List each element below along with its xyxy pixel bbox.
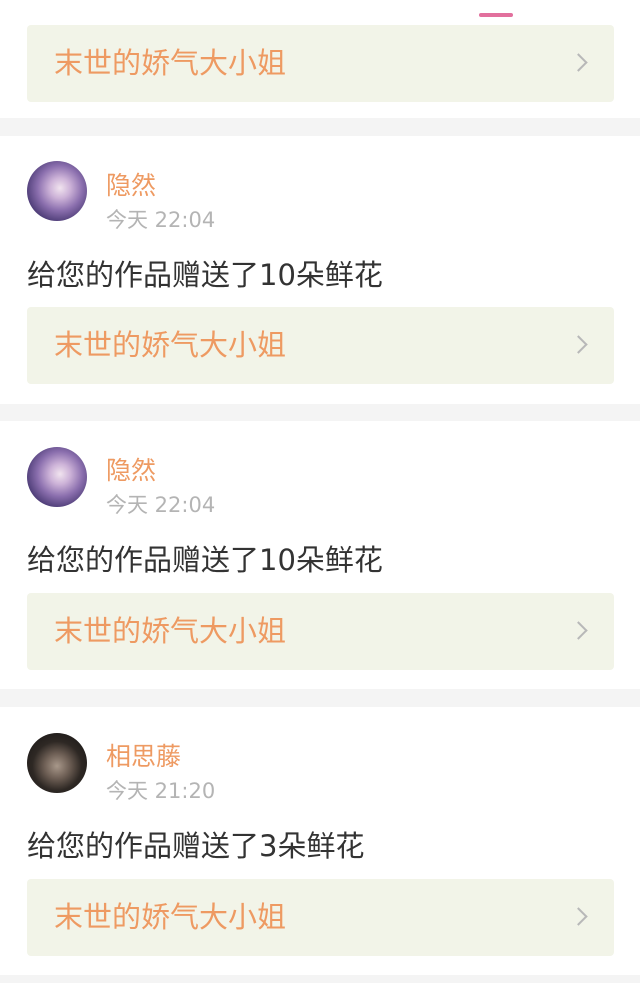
work-title: 末世的娇气大小姐 — [54, 900, 287, 934]
active-tab-indicator — [479, 13, 513, 17]
notification-card: 隐然 今天 22:04 给您的作品赠送了10朵鲜花 末世的娇气大小姐 — [0, 136, 640, 404]
username[interactable]: 相思藤 — [106, 737, 181, 773]
avatar[interactable] — [27, 161, 87, 221]
gift-message: 给您的作品赠送了3朵鲜花 — [27, 829, 365, 863]
gift-message: 给您的作品赠送了10朵鲜花 — [27, 258, 383, 292]
chevron-right-icon — [569, 907, 588, 926]
work-link-button[interactable]: 末世的娇气大小姐 — [27, 307, 614, 384]
notification-card: 隐然 今天 22:04 给您的作品赠送了10朵鲜花 末世的娇气大小姐 — [0, 421, 640, 689]
work-title: 末世的娇气大小姐 — [54, 46, 287, 80]
chevron-right-icon — [569, 335, 588, 354]
work-link-button[interactable]: 末世的娇气大小姐 — [27, 593, 614, 670]
username[interactable]: 隐然 — [106, 166, 156, 202]
work-title: 末世的娇气大小姐 — [54, 614, 287, 648]
chevron-right-icon — [569, 621, 588, 640]
top-notification-card: 末世的娇气大小姐 — [0, 0, 640, 118]
timestamp: 今天 21:20 — [106, 779, 216, 803]
avatar[interactable] — [27, 733, 87, 793]
work-link-button[interactable]: 末世的娇气大小姐 — [27, 879, 614, 956]
work-title: 末世的娇气大小姐 — [54, 328, 287, 362]
notification-card: 相思藤 今天 21:20 给您的作品赠送了3朵鲜花 末世的娇气大小姐 — [0, 707, 640, 975]
chevron-right-icon — [569, 53, 588, 72]
work-link-button[interactable]: 末世的娇气大小姐 — [27, 25, 614, 102]
username[interactable]: 隐然 — [106, 451, 156, 487]
timestamp: 今天 22:04 — [106, 493, 216, 517]
gift-message: 给您的作品赠送了10朵鲜花 — [27, 543, 383, 577]
timestamp: 今天 22:04 — [106, 208, 216, 232]
avatar[interactable] — [27, 447, 87, 507]
